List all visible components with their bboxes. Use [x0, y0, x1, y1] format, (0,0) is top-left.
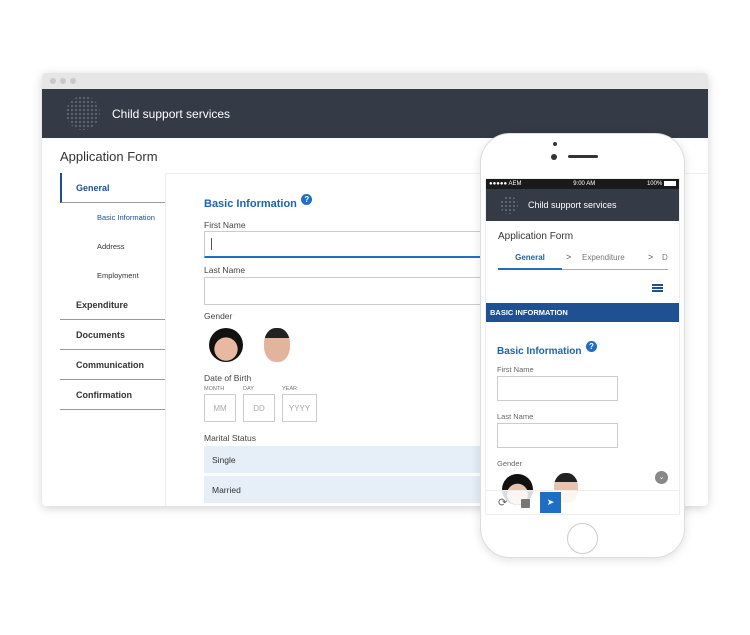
sidebar-item-documents[interactable]: Documents	[60, 320, 165, 350]
mobile-tabs: General > Expenditure > D	[498, 250, 668, 270]
question-circle-icon[interactable]: ?	[301, 194, 313, 205]
status-bar: ●●●●● AEM 9:00 AM 100%	[486, 179, 679, 189]
marital-option-single[interactable]: Single	[204, 446, 494, 473]
sidebar-subitem-basic-information[interactable]: Basic Information	[60, 203, 165, 232]
mobile-first-name-input[interactable]	[497, 376, 618, 401]
sidebar-subitem-employment[interactable]: Employment	[60, 261, 165, 290]
chevron-right-icon: >	[566, 252, 572, 262]
mobile-header: Child support services	[486, 189, 679, 221]
first-name-input[interactable]	[204, 231, 494, 258]
male-avatar-option[interactable]	[264, 328, 290, 362]
mobile-app-title: Child support services	[528, 200, 617, 210]
marital-status-label: Marital Status	[204, 433, 256, 443]
question-circle-icon[interactable]: ?	[585, 341, 597, 352]
tab-documents[interactable]: D	[662, 253, 668, 262]
phone-screen: ●●●●● AEM 9:00 AM 100% Child support ser…	[485, 178, 680, 515]
clock: 9:00 AM	[573, 181, 596, 187]
year-input[interactable]: YYYY	[282, 394, 317, 422]
tab-expenditure[interactable]: Expenditure	[582, 253, 625, 262]
year-label: YEAR	[282, 386, 297, 392]
first-name-label: First Name	[204, 220, 246, 230]
mobile-form-title: Application Form	[498, 231, 574, 242]
sidebar: General Basic Information Address Employ…	[60, 173, 165, 410]
last-name-label: Last Name	[204, 265, 246, 275]
logo-icon	[500, 196, 518, 214]
submit-icon[interactable]: ➤	[540, 492, 561, 513]
carrier: ●●●●● AEM	[489, 181, 522, 187]
chevron-right-icon: >	[648, 252, 654, 262]
mobile-gender-label: Gender	[497, 459, 523, 468]
refresh-icon[interactable]: ⟳	[498, 496, 507, 509]
sidebar-subitem-address[interactable]: Address	[60, 232, 165, 261]
phone-sensor	[551, 154, 557, 160]
app-header: Child support services	[42, 89, 708, 138]
battery-level: 100%	[646, 181, 663, 188]
dob-label: Date of Birth	[204, 373, 252, 383]
window-close-button[interactable]	[50, 78, 56, 84]
app-title: Child support services	[112, 107, 231, 121]
gender-label: Gender	[204, 311, 233, 321]
female-avatar-option[interactable]	[209, 328, 243, 362]
mobile-first-name-label: First Name	[497, 365, 534, 374]
scroll-down-icon[interactable]: ⌄	[655, 471, 668, 484]
day-label: DAY	[243, 386, 254, 392]
panel-header[interactable]: BASIC INFORMATION	[486, 303, 679, 322]
mobile-last-name-label: Last Name	[497, 412, 534, 421]
sidebar-item-general[interactable]: General	[60, 173, 165, 203]
mobile-last-name-input[interactable]	[497, 423, 618, 448]
mobile-toolbar: ⟳ ➤	[486, 490, 679, 514]
phone-speaker	[568, 155, 598, 158]
logo-icon	[66, 96, 100, 130]
text-cursor	[211, 238, 212, 250]
form-title: Application Form	[60, 149, 158, 164]
window-titlebar	[42, 73, 708, 89]
window-minimize-button[interactable]	[60, 78, 66, 84]
mobile-section-title: Basic Information	[497, 346, 582, 357]
day-input[interactable]: DD	[243, 394, 275, 422]
last-name-input[interactable]	[204, 277, 494, 305]
phone-camera	[553, 142, 557, 146]
month-input[interactable]: MM	[204, 394, 236, 422]
marital-option-married[interactable]: Married	[204, 476, 494, 503]
phone-home-button[interactable]	[567, 523, 598, 554]
sidebar-item-expenditure[interactable]: Expenditure	[60, 290, 165, 320]
window-maximize-button[interactable]	[70, 78, 76, 84]
battery-icon	[663, 180, 676, 186]
month-label: MONTH	[204, 386, 225, 392]
tab-general[interactable]: General	[498, 250, 562, 270]
hamburger-menu-icon[interactable]	[652, 284, 663, 292]
section-title: Basic Information	[204, 198, 297, 210]
sidebar-item-confirmation[interactable]: Confirmation	[60, 380, 165, 410]
save-icon[interactable]	[521, 499, 530, 508]
sidebar-item-communication[interactable]: Communication	[60, 350, 165, 380]
